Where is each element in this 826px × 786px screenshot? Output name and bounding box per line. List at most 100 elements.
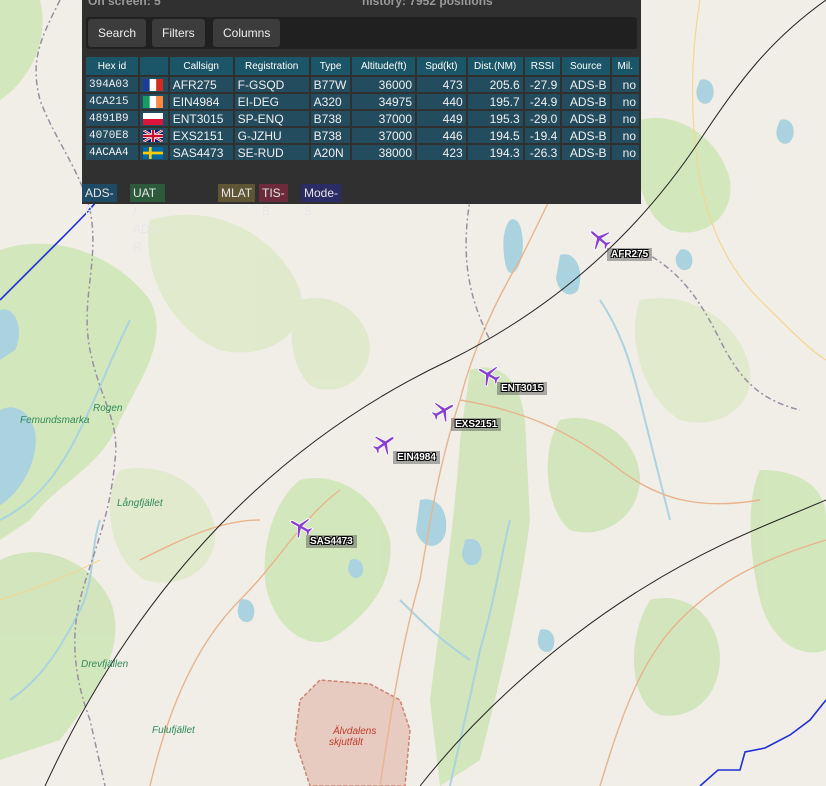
col-hex[interactable]: Hex id — [86, 57, 138, 75]
aircraft-label[interactable]: EIN4984 — [393, 451, 440, 464]
registration: F-GSQD — [234, 77, 309, 92]
source: ADS-B — [562, 145, 610, 160]
aircraft-table: Hex id Callsign Registration Type Altitu… — [84, 55, 641, 162]
aircraft-type: B77W — [310, 77, 351, 92]
history-count: history: 7952 positions — [362, 0, 493, 8]
legend-mlat: MLAT — [218, 184, 256, 202]
hex-id: 4070E8 — [86, 128, 138, 143]
registration: SP-ENQ — [234, 111, 309, 126]
table-row[interactable]: 4070E8 EXS2151 G-JZHU B738 37000 446 194… — [86, 128, 639, 143]
altitude: 36000 — [352, 77, 416, 92]
toolbar: Search Filters Columns — [86, 17, 637, 49]
callsign: SAS4473 — [169, 145, 233, 160]
hex-id: 4CA215 — [86, 94, 138, 109]
aircraft-type: A320 — [310, 94, 351, 109]
legend-adsb: ADS-B — [82, 184, 117, 218]
table-row[interactable]: 394A03 AFR275 F-GSQD B77W 36000 473 205.… — [86, 77, 639, 92]
source: ADS-B — [562, 128, 610, 143]
source: ADS-B — [562, 77, 610, 92]
map-label-fulufjallet: Fulufjället — [152, 725, 196, 736]
hex-id: 4891B9 — [86, 111, 138, 126]
flag-cell — [139, 111, 168, 126]
speed: 446 — [417, 128, 466, 143]
aircraft-type: B738 — [310, 111, 351, 126]
distance: 205.6 — [467, 77, 523, 92]
col-flag[interactable] — [139, 57, 168, 75]
altitude: 37000 — [352, 111, 416, 126]
aircraft-label[interactable]: SAS4473 — [306, 535, 357, 548]
map-label-skjutfalt: skjutfält — [329, 737, 364, 748]
col-distance[interactable]: Dist.(NM) — [467, 57, 523, 75]
military: no — [611, 128, 639, 143]
speed: 423 — [417, 145, 466, 160]
source: ADS-B — [562, 111, 610, 126]
rssi: -29.0 — [524, 111, 561, 126]
military: no — [611, 77, 639, 92]
speed: 473 — [417, 77, 466, 92]
altitude: 34975 — [352, 94, 416, 109]
search-button[interactable]: Search — [88, 19, 147, 47]
map-label-longfjallet: Långfjället — [117, 497, 164, 509]
registration: SE-RUD — [234, 145, 309, 160]
distance: 195.7 — [467, 94, 523, 109]
aircraft-type: A20N — [310, 145, 351, 160]
col-registration[interactable]: Registration — [234, 57, 309, 75]
registration: G-JZHU — [234, 128, 309, 143]
legend-tisb: TIS-B — [259, 184, 288, 218]
hex-id: 4ACAA4 — [86, 145, 138, 160]
onscreen-count: On screen: 5 — [88, 0, 161, 8]
france-flag-icon — [142, 78, 163, 91]
table-row[interactable]: 4ACAA4 SAS4473 SE-RUD A20N 38000 423 194… — [86, 145, 639, 160]
military: no — [611, 94, 639, 109]
registration: EI-DEG — [234, 94, 309, 109]
speed: 449 — [417, 111, 466, 126]
columns-button[interactable]: Columns — [213, 19, 281, 47]
rssi: -24.9 — [524, 94, 561, 109]
military: no — [611, 111, 639, 126]
legend-modes: Mode-S — [301, 184, 342, 218]
map-label-drevfjallen: Drevfjällen — [81, 659, 129, 670]
aircraft-type: B738 — [310, 128, 351, 143]
altitude: 37000 — [352, 128, 416, 143]
callsign: AFR275 — [169, 77, 233, 92]
aircraft-label[interactable]: AFR275 — [607, 248, 653, 261]
military: no — [611, 145, 639, 160]
col-type[interactable]: Type — [310, 57, 351, 75]
filters-button[interactable]: Filters — [152, 19, 205, 47]
flag-cell — [139, 128, 168, 143]
table-row[interactable]: 4891B9 ENT3015 SP-ENQ B738 37000 449 195… — [86, 111, 639, 126]
sweden-flag-icon — [142, 146, 163, 159]
aircraft-list-panel: On screen: 5 history: 7952 positions Sea… — [82, 0, 641, 254]
poland-flag-icon — [142, 112, 163, 125]
altitude: 38000 — [352, 145, 416, 160]
table-header-row: Hex id Callsign Registration Type Altitu… — [86, 57, 639, 75]
rssi: -27.9 — [524, 77, 561, 92]
distance: 194.5 — [467, 128, 523, 143]
col-rssi[interactable]: RSSI — [524, 57, 561, 75]
flag-cell — [139, 94, 168, 109]
source: ADS-B — [562, 94, 610, 109]
aircraft-label[interactable]: ENT3015 — [497, 382, 548, 395]
map-label-rogen: Rogen — [93, 403, 123, 414]
callsign: EXS2151 — [169, 128, 233, 143]
col-mil[interactable]: Mil. — [611, 57, 639, 75]
distance: 195.3 — [467, 111, 523, 126]
flag-cell — [139, 77, 168, 92]
table-row[interactable]: 4CA215 EIN4984 EI-DEG A320 34975 440 195… — [86, 94, 639, 109]
rssi: -19.4 — [524, 128, 561, 143]
hex-id: 394A03 — [86, 77, 138, 92]
col-source[interactable]: Source — [562, 57, 610, 75]
col-callsign[interactable]: Callsign — [169, 57, 233, 75]
map-label-femundsmarka: Femundsmarka — [20, 415, 90, 426]
col-altitude[interactable]: Altitude(ft) — [352, 57, 416, 75]
callsign: EIN4984 — [169, 94, 233, 109]
callsign: ENT3015 — [169, 111, 233, 126]
uk-flag-icon — [142, 129, 163, 142]
distance: 194.3 — [467, 145, 523, 160]
flag-cell — [139, 145, 168, 160]
aircraft-label[interactable]: EXS2151 — [451, 418, 502, 431]
panel-header: On screen: 5 history: 7952 positions — [82, 0, 641, 14]
col-speed[interactable]: Spd(kt) — [417, 57, 466, 75]
speed: 440 — [417, 94, 466, 109]
ireland-flag-icon — [142, 95, 163, 108]
